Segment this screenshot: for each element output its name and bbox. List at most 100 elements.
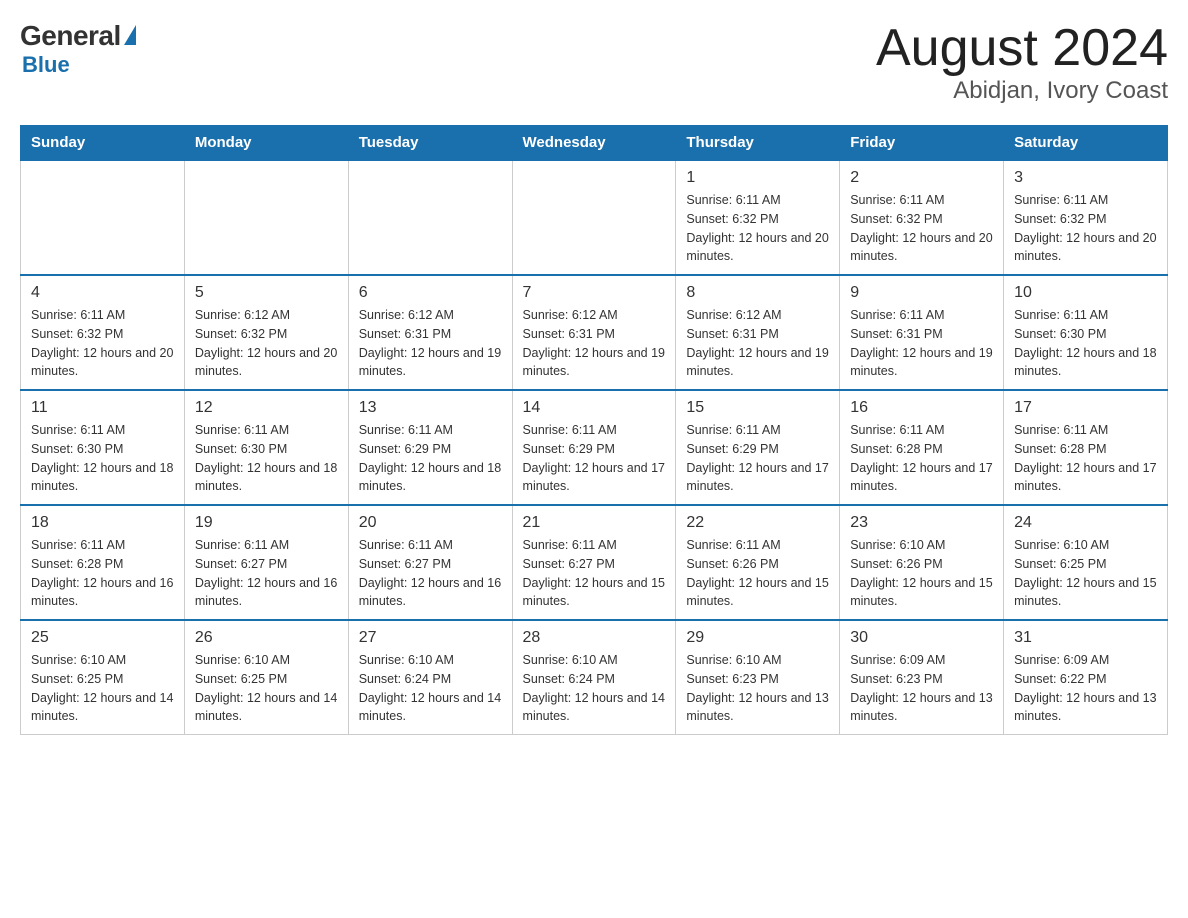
- logo-blue-text: Blue: [22, 52, 70, 78]
- day-info: Sunrise: 6:10 AMSunset: 6:24 PMDaylight:…: [523, 651, 666, 726]
- day-number: 22: [686, 514, 829, 532]
- day-number: 8: [686, 284, 829, 302]
- day-info: Sunrise: 6:11 AMSunset: 6:30 PMDaylight:…: [195, 421, 338, 496]
- day-info: Sunrise: 6:11 AMSunset: 6:32 PMDaylight:…: [850, 191, 993, 266]
- day-number: 1: [686, 169, 829, 187]
- calendar-day: 31 Sunrise: 6:09 AMSunset: 6:22 PMDayligh…: [1004, 620, 1168, 735]
- day-number: 12: [195, 399, 338, 417]
- calendar-day: 25 Sunrise: 6:10 AMSunset: 6:25 PMDayligh…: [21, 620, 185, 735]
- day-info: Sunrise: 6:11 AMSunset: 6:30 PMDaylight:…: [31, 421, 174, 496]
- calendar-day: 18 Sunrise: 6:11 AMSunset: 6:28 PMDayligh…: [21, 505, 185, 620]
- day-info: Sunrise: 6:11 AMSunset: 6:29 PMDaylight:…: [523, 421, 666, 496]
- day-info: Sunrise: 6:10 AMSunset: 6:25 PMDaylight:…: [1014, 536, 1157, 611]
- day-number: 23: [850, 514, 993, 532]
- calendar-day: 3 Sunrise: 6:11 AMSunset: 6:32 PMDaylight…: [1004, 160, 1168, 275]
- day-number: 14: [523, 399, 666, 417]
- day-info: Sunrise: 6:11 AMSunset: 6:32 PMDaylight:…: [686, 191, 829, 266]
- calendar-day: 2 Sunrise: 6:11 AMSunset: 6:32 PMDaylight…: [840, 160, 1004, 275]
- calendar-day: 1 Sunrise: 6:11 AMSunset: 6:32 PMDaylight…: [676, 160, 840, 275]
- calendar-day: 20 Sunrise: 6:11 AMSunset: 6:27 PMDayligh…: [348, 505, 512, 620]
- day-info: Sunrise: 6:11 AMSunset: 6:29 PMDaylight:…: [686, 421, 829, 496]
- calendar-day: 23 Sunrise: 6:10 AMSunset: 6:26 PMDayligh…: [840, 505, 1004, 620]
- calendar-header-friday: Friday: [840, 126, 1004, 161]
- day-info: Sunrise: 6:11 AMSunset: 6:27 PMDaylight:…: [359, 536, 502, 611]
- day-info: Sunrise: 6:10 AMSunset: 6:25 PMDaylight:…: [31, 651, 174, 726]
- day-info: Sunrise: 6:11 AMSunset: 6:30 PMDaylight:…: [1014, 306, 1157, 381]
- logo-triangle-icon: [124, 25, 136, 45]
- calendar-day: 6 Sunrise: 6:12 AMSunset: 6:31 PMDaylight…: [348, 275, 512, 390]
- day-number: 20: [359, 514, 502, 532]
- day-number: 25: [31, 629, 174, 647]
- day-info: Sunrise: 6:11 AMSunset: 6:27 PMDaylight:…: [195, 536, 338, 611]
- day-info: Sunrise: 6:11 AMSunset: 6:28 PMDaylight:…: [31, 536, 174, 611]
- calendar-week-2: 4Sunrise: 6:11 AMSunset: 6:32 PMDaylight…: [21, 275, 1168, 390]
- calendar-day: 15 Sunrise: 6:11 AMSunset: 6:29 PMDayligh…: [676, 390, 840, 505]
- calendar-header-monday: Monday: [184, 126, 348, 161]
- calendar-week-4: 18 Sunrise: 6:11 AMSunset: 6:28 PMDayligh…: [21, 505, 1168, 620]
- day-number: 15: [686, 399, 829, 417]
- day-info: Sunrise: 6:12 AMSunset: 6:31 PMDaylight:…: [523, 306, 666, 381]
- day-number: 27: [359, 629, 502, 647]
- calendar-day: 14 Sunrise: 6:11 AMSunset: 6:29 PMDayligh…: [512, 390, 676, 505]
- logo-general-label: General: [20, 20, 121, 52]
- logo-general-text: General: [20, 20, 136, 52]
- day-number: 26: [195, 629, 338, 647]
- calendar-day: 16Sunrise: 6:11 AMSunset: 6:28 PMDayligh…: [840, 390, 1004, 505]
- day-info: Sunrise: 6:11 AMSunset: 6:29 PMDaylight:…: [359, 421, 502, 496]
- calendar-day: 8Sunrise: 6:12 AMSunset: 6:31 PMDaylight…: [676, 275, 840, 390]
- calendar-week-5: 25 Sunrise: 6:10 AMSunset: 6:25 PMDayligh…: [21, 620, 1168, 735]
- day-info: Sunrise: 6:12 AMSunset: 6:31 PMDaylight:…: [359, 306, 502, 381]
- day-info: Sunrise: 6:11 AMSunset: 6:28 PMDaylight:…: [1014, 421, 1157, 496]
- day-number: 10: [1014, 284, 1157, 302]
- calendar-day: 21 Sunrise: 6:11 AMSunset: 6:27 PMDayligh…: [512, 505, 676, 620]
- calendar-header-wednesday: Wednesday: [512, 126, 676, 161]
- calendar-day: 13 Sunrise: 6:11 AMSunset: 6:29 PMDayligh…: [348, 390, 512, 505]
- day-number: 18: [31, 514, 174, 532]
- day-number: 28: [523, 629, 666, 647]
- calendar-day: [21, 160, 185, 275]
- calendar-header-tuesday: Tuesday: [348, 126, 512, 161]
- day-info: Sunrise: 6:11 AMSunset: 6:26 PMDaylight:…: [686, 536, 829, 611]
- day-number: 24: [1014, 514, 1157, 532]
- calendar-day: 17 Sunrise: 6:11 AMSunset: 6:28 PMDayligh…: [1004, 390, 1168, 505]
- page-header: General Blue August 2024 Abidjan, Ivory …: [20, 20, 1168, 105]
- day-info: Sunrise: 6:12 AMSunset: 6:32 PMDaylight:…: [195, 306, 338, 381]
- day-info: Sunrise: 6:10 AMSunset: 6:23 PMDaylight:…: [686, 651, 829, 726]
- day-number: 30: [850, 629, 993, 647]
- calendar-header-sunday: Sunday: [21, 126, 185, 161]
- calendar-day: 28 Sunrise: 6:10 AMSunset: 6:24 PMDayligh…: [512, 620, 676, 735]
- day-number: 19: [195, 514, 338, 532]
- location-title: Abidjan, Ivory Coast: [876, 77, 1168, 105]
- day-number: 13: [359, 399, 502, 417]
- day-number: 29: [686, 629, 829, 647]
- day-number: 21: [523, 514, 666, 532]
- logo: General Blue: [20, 20, 136, 78]
- day-info: Sunrise: 6:11 AMSunset: 6:32 PMDaylight:…: [1014, 191, 1157, 266]
- calendar-day: 22 Sunrise: 6:11 AMSunset: 6:26 PMDayligh…: [676, 505, 840, 620]
- calendar-day: 10 Sunrise: 6:11 AMSunset: 6:30 PMDayligh…: [1004, 275, 1168, 390]
- day-number: 3: [1014, 169, 1157, 187]
- calendar-header-saturday: Saturday: [1004, 126, 1168, 161]
- day-number: 2: [850, 169, 993, 187]
- calendar-day: 4Sunrise: 6:11 AMSunset: 6:32 PMDaylight…: [21, 275, 185, 390]
- day-info: Sunrise: 6:09 AMSunset: 6:22 PMDaylight:…: [1014, 651, 1157, 726]
- day-number: 31: [1014, 629, 1157, 647]
- day-info: Sunrise: 6:10 AMSunset: 6:26 PMDaylight:…: [850, 536, 993, 611]
- calendar-day: 5Sunrise: 6:12 AMSunset: 6:32 PMDaylight…: [184, 275, 348, 390]
- day-info: Sunrise: 6:09 AMSunset: 6:23 PMDaylight:…: [850, 651, 993, 726]
- calendar-day: 9Sunrise: 6:11 AMSunset: 6:31 PMDaylight…: [840, 275, 1004, 390]
- calendar-day: 12 Sunrise: 6:11 AMSunset: 6:30 PMDayligh…: [184, 390, 348, 505]
- calendar-day: 7Sunrise: 6:12 AMSunset: 6:31 PMDaylight…: [512, 275, 676, 390]
- day-number: 9: [850, 284, 993, 302]
- calendar-day: [348, 160, 512, 275]
- calendar-header-thursday: Thursday: [676, 126, 840, 161]
- day-number: 17: [1014, 399, 1157, 417]
- day-info: Sunrise: 6:11 AMSunset: 6:32 PMDaylight:…: [31, 306, 174, 381]
- day-info: Sunrise: 6:11 AMSunset: 6:27 PMDaylight:…: [523, 536, 666, 611]
- calendar-week-3: 11Sunrise: 6:11 AMSunset: 6:30 PMDayligh…: [21, 390, 1168, 505]
- calendar-day: 27Sunrise: 6:10 AMSunset: 6:24 PMDayligh…: [348, 620, 512, 735]
- day-number: 6: [359, 284, 502, 302]
- title-section: August 2024 Abidjan, Ivory Coast: [876, 20, 1168, 105]
- day-number: 16: [850, 399, 993, 417]
- calendar-day: 24 Sunrise: 6:10 AMSunset: 6:25 PMDayligh…: [1004, 505, 1168, 620]
